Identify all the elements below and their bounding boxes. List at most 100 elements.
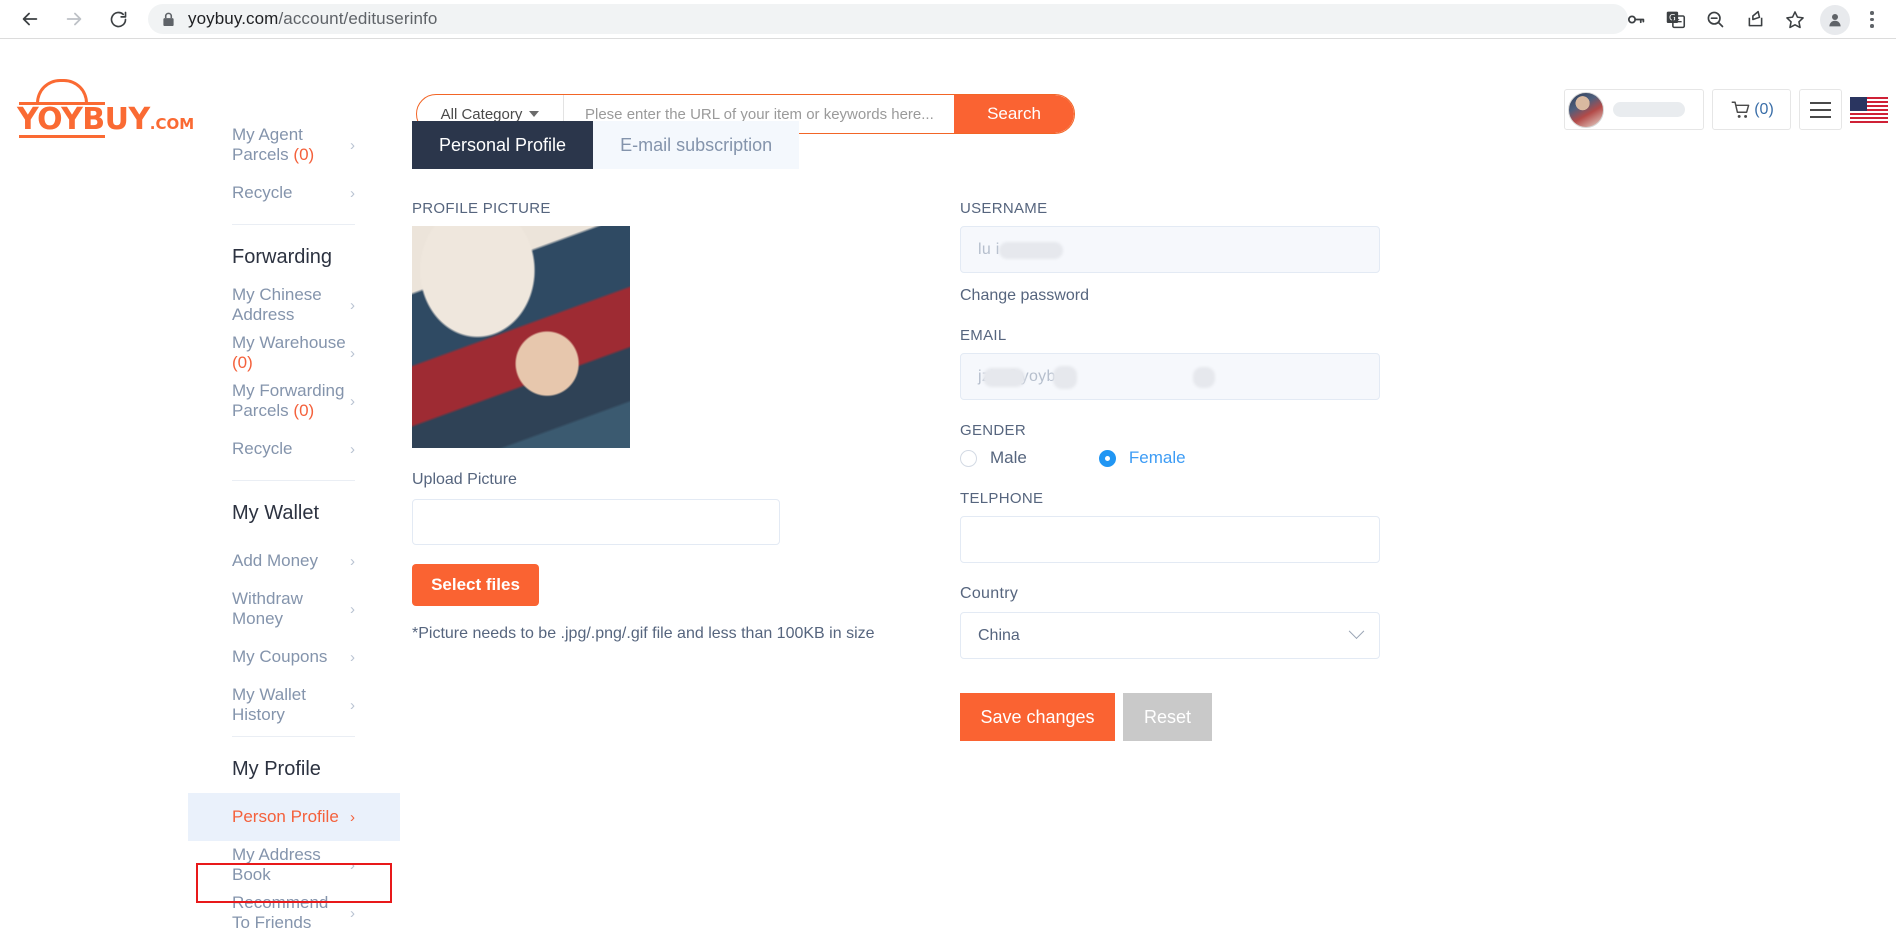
url-path: /account/edituserinfo — [278, 9, 438, 28]
chevron-right-icon: › — [350, 440, 355, 458]
radio-icon — [960, 449, 977, 467]
upload-file-input[interactable] — [412, 499, 780, 545]
sidebar-item-count: (0) — [232, 353, 253, 372]
profile-picture-preview — [412, 226, 630, 448]
gender-radio-male[interactable]: Male — [960, 448, 1027, 468]
sidebar-item-recycle-agent[interactable]: Recycle › — [232, 169, 400, 217]
change-password-link[interactable]: Change password — [960, 287, 1380, 305]
reload-icon[interactable] — [98, 3, 138, 35]
gender-female-label: Female — [1128, 448, 1186, 467]
sidebar: My Agent Parcels (0) › Recycle › Forward… — [0, 119, 400, 937]
divider — [232, 224, 355, 225]
sidebar-item-my-wallet-history[interactable]: My Wallet History › — [232, 681, 400, 729]
tab-personal-profile[interactable]: Personal Profile — [412, 121, 594, 169]
email-redaction-mask-3 — [1193, 367, 1215, 388]
chevron-right-icon: › — [350, 392, 355, 410]
divider — [232, 736, 355, 737]
sidebar-item-label: My Chinese Address — [232, 285, 322, 324]
reset-button[interactable]: Reset — [1123, 693, 1212, 741]
site-header: YOYBUY.COM All Category Search (0) — [0, 39, 1896, 138]
chevron-down-icon — [1348, 623, 1365, 640]
shopping-cart-icon — [1731, 100, 1750, 118]
main-content: Personal Profile E-mail subscription PRO… — [400, 119, 1896, 937]
sidebar-item-count: (0) — [293, 401, 315, 420]
url-text: yoybuy.com/account/edituserinfo — [188, 9, 437, 29]
upload-hint-text: *Picture needs to be .jpg/.png/.gif file… — [412, 625, 875, 642]
sidebar-item-my-coupons[interactable]: My Coupons › — [232, 633, 400, 681]
sidebar-item-withdraw-money[interactable]: Withdraw Money › — [232, 585, 400, 633]
divider — [232, 480, 355, 481]
logo-basket-handle-icon — [36, 79, 88, 103]
sidebar-item-my-chinese-address[interactable]: My Chinese Address › — [232, 281, 400, 329]
chevron-right-icon: › — [350, 856, 355, 874]
save-changes-button[interactable]: Save changes — [960, 693, 1115, 741]
sidebar-item-my-address-book[interactable]: My Address Book › — [232, 841, 400, 889]
account-details-column: USERNAME lu i Change password EMAIL jzh … — [960, 200, 1380, 741]
sidebar-item-label: Add Money — [232, 551, 318, 570]
country-select[interactable]: China — [960, 612, 1380, 659]
telephone-label: TELPHONE — [960, 490, 1044, 507]
profile-picture-column: PROFILE PICTURE Upload Picture Select fi… — [412, 200, 882, 741]
chevron-right-icon: › — [350, 136, 355, 154]
chevron-right-icon: › — [350, 600, 355, 618]
email-label: EMAIL — [960, 327, 1007, 344]
chevron-right-icon: › — [350, 808, 355, 826]
share-icon[interactable] — [1736, 4, 1774, 36]
sidebar-heading-my-profile: My Profile — [232, 757, 321, 780]
profile-avatar-icon[interactable] — [1820, 4, 1850, 35]
chevron-right-icon: › — [350, 696, 355, 714]
bookmark-star-icon[interactable] — [1776, 4, 1814, 36]
email-field: jzh @yoybuy — [960, 353, 1380, 400]
username-redacted — [1613, 102, 1685, 117]
forward-arrow-icon[interactable] — [54, 3, 94, 35]
sidebar-item-label: Recycle — [232, 439, 293, 458]
sidebar-heading-forwarding: Forwarding — [232, 245, 333, 268]
browser-nav-buttons — [10, 3, 138, 35]
sidebar-item-recommend-to-friends[interactable]: Recommend To Friends › — [232, 889, 400, 937]
sidebar-item-label: My Forwarding Parcels — [232, 381, 345, 420]
gender-male-label: Male — [990, 448, 1027, 467]
url-domain: yoybuy.com — [188, 9, 279, 28]
chevron-right-icon: › — [350, 344, 355, 362]
chevron-down-icon — [529, 111, 540, 117]
sidebar-heading-my-wallet: My Wallet — [232, 501, 320, 524]
password-key-icon[interactable] — [1616, 4, 1654, 36]
sidebar-item-label: Withdraw Money — [232, 589, 303, 628]
browser-toolbar: yoybuy.com/account/edituserinfo G — [0, 0, 1896, 39]
telephone-input[interactable] — [960, 516, 1380, 563]
gender-radio-female[interactable]: Female — [1098, 448, 1186, 468]
sidebar-item-recycle-forwarding[interactable]: Recycle › — [232, 425, 400, 473]
sidebar-item-label: My Address Book — [232, 845, 321, 884]
gender-label: GENDER — [960, 422, 1026, 439]
browser-tool-icons: G — [1616, 0, 1888, 39]
translate-icon[interactable]: G — [1656, 4, 1694, 36]
select-files-button[interactable]: Select files — [412, 564, 539, 606]
zoom-out-icon[interactable] — [1696, 4, 1734, 36]
upload-picture-label: Upload Picture — [412, 471, 517, 488]
sidebar-item-label: Person Profile — [232, 807, 339, 826]
form-actions: Save changes Reset — [960, 693, 1380, 741]
gender-radio-group: Male Female — [960, 448, 1380, 468]
profile-picture-label: PROFILE PICTURE — [412, 200, 551, 217]
page-body: My Agent Parcels (0) › Recycle › Forward… — [0, 119, 1896, 937]
sidebar-item-label: My Wallet History — [232, 685, 306, 724]
country-label: Country — [960, 585, 1019, 602]
sidebar-item-add-money[interactable]: Add Money › — [232, 537, 400, 585]
chevron-right-icon: › — [350, 648, 355, 666]
radio-selected-icon — [1098, 449, 1116, 467]
email-redaction-mask-1 — [983, 368, 1025, 387]
country-selected-value: China — [978, 626, 1020, 644]
sidebar-item-person-profile[interactable]: Person Profile › — [188, 793, 400, 841]
lock-icon — [162, 12, 175, 27]
sidebar-item-my-forwarding-parcels[interactable]: My Forwarding Parcels (0) › — [232, 377, 400, 425]
username-redaction-mask — [999, 242, 1063, 259]
address-bar[interactable]: yoybuy.com/account/edituserinfo — [148, 4, 1628, 34]
three-dot-menu-icon[interactable] — [1856, 4, 1888, 36]
back-arrow-icon[interactable] — [10, 3, 50, 35]
tab-email-subscription[interactable]: E-mail subscription — [593, 121, 800, 169]
sidebar-item-my-agent-parcels[interactable]: My Agent Parcels (0) › — [232, 121, 400, 169]
chevron-right-icon: › — [350, 904, 355, 922]
sidebar-item-count: (0) — [293, 145, 315, 164]
chevron-right-icon: › — [350, 184, 355, 202]
sidebar-item-my-warehouse[interactable]: My Warehouse (0) › — [232, 329, 400, 377]
